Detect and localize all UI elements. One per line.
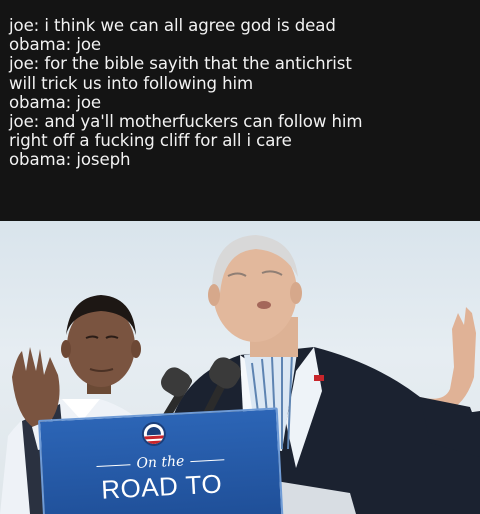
podium-sign: On the ROAD TO: [38, 407, 284, 514]
caption-line: joe: and ya'll motherfuckers can follow …: [9, 112, 363, 132]
caption-line: will trick us into following him: [9, 73, 254, 93]
campaign-logo-icon: [141, 421, 167, 447]
caption-line: obama: joe: [9, 92, 102, 112]
caption-line: joe: for the bible sayith that the antic…: [9, 54, 352, 74]
caption-line: joe: i think we can all agree god is dea…: [9, 16, 336, 35]
meme-caption: joe: i think we can all agree god is dea…: [0, 0, 480, 221]
caption-line: obama: joe: [9, 35, 102, 55]
caption-line: obama: joseph: [9, 150, 131, 170]
caption-line: right off a fucking cliff for all i care: [9, 131, 292, 151]
